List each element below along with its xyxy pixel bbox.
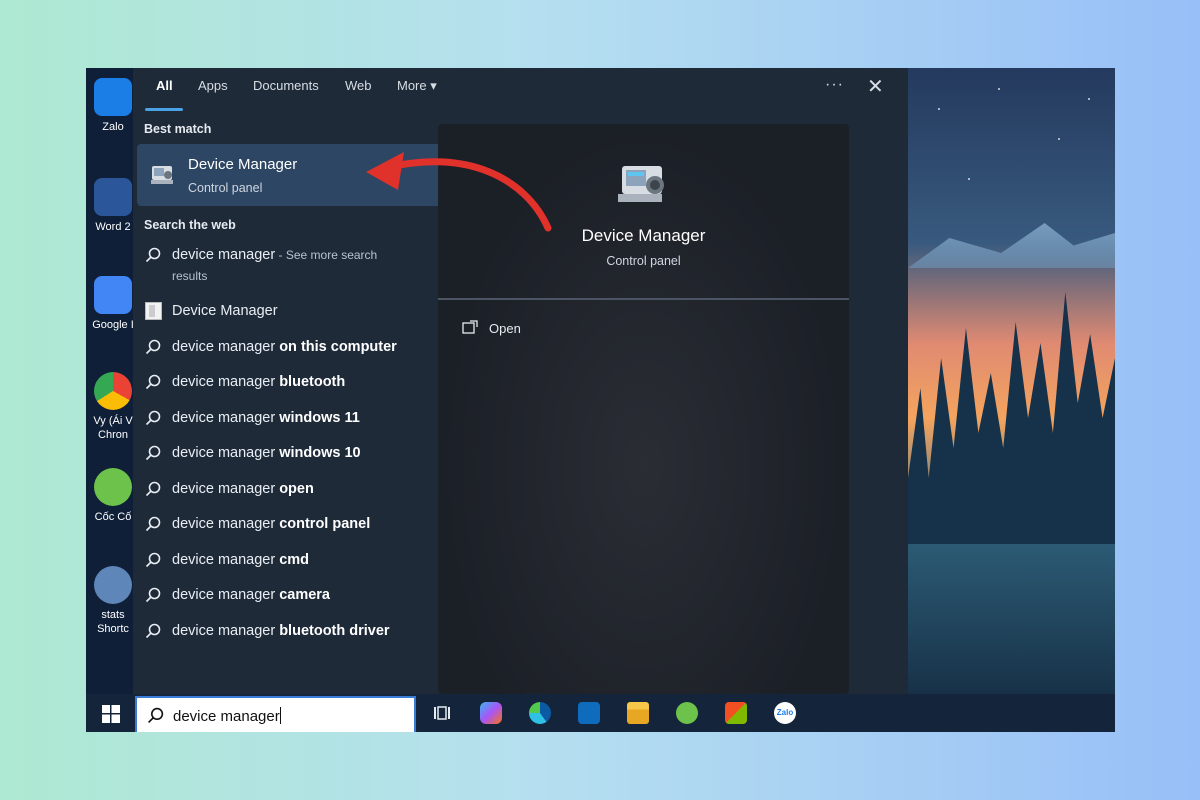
web-result-base: device manager xyxy=(172,409,276,426)
coc-coc-icon xyxy=(94,468,132,506)
web-result-suggestion: on this computer xyxy=(279,338,397,355)
search-icon xyxy=(145,374,161,390)
microsoft-store-icon[interactable] xyxy=(725,702,747,724)
best-match-title: Device Manager xyxy=(188,156,298,173)
web-result-suggestion: open xyxy=(279,480,314,497)
web-result-suggestion: windows 10 xyxy=(279,445,361,461)
web-result-item[interactable]: device manager open› xyxy=(133,472,473,508)
web-result-item[interactable]: device manager windows 10› xyxy=(133,436,473,472)
chrome-icon xyxy=(94,372,132,410)
search-icon xyxy=(145,516,161,532)
see-more-suffix: - See more search xyxy=(275,248,378,262)
web-result-base: device manager xyxy=(172,516,276,532)
web-result-suggestion: bluetooth driver xyxy=(279,622,390,639)
best-match-result[interactable]: Device Manager Control panel xyxy=(137,144,473,206)
search-icon xyxy=(145,339,161,354)
web-result-base: device manager xyxy=(172,374,276,390)
desktop-word-shortcut[interactable]: Word 2 xyxy=(92,178,134,234)
open-action[interactable]: Open xyxy=(489,321,521,336)
google-docs-icon xyxy=(94,276,132,314)
search-icon xyxy=(145,481,161,496)
device-manager-large-icon xyxy=(618,166,664,202)
tab-all[interactable]: All xyxy=(156,78,173,93)
active-tab-indicator xyxy=(145,108,183,111)
web-result-item[interactable]: device manager on this computer› xyxy=(133,330,473,366)
web-result-suggestion: cmd xyxy=(279,551,310,568)
open-icon xyxy=(462,320,478,334)
search-filter-tabs: All Apps Documents Web More ▾ ··· ✕ xyxy=(133,68,908,112)
result-preview-pane: Device Manager Control panel Open xyxy=(438,124,849,694)
tab-web[interactable]: Web xyxy=(345,78,372,93)
web-result-item[interactable]: device manager bluetooth› xyxy=(133,365,473,401)
search-icon xyxy=(145,445,161,461)
desktop-zalo-shortcut[interactable]: Zalo xyxy=(92,78,134,134)
web-result-base: device manager xyxy=(172,587,276,603)
best-match-heading: Best match xyxy=(144,122,212,136)
app-result-label: Device Manager xyxy=(172,303,278,319)
preview-title: Device Manager xyxy=(581,226,706,245)
close-button[interactable]: ✕ xyxy=(867,74,884,99)
web-result-item[interactable]: device manager bluetooth driver› xyxy=(133,614,473,650)
see-more-line2: results xyxy=(172,269,208,283)
web-result-query: device manager xyxy=(172,247,276,263)
search-icon xyxy=(145,247,161,263)
web-result-item[interactable]: device manager windows 11› xyxy=(133,401,473,437)
outlook-icon[interactable] xyxy=(578,702,600,724)
chevron-down-icon: ▾ xyxy=(430,78,437,93)
search-icon xyxy=(148,707,164,723)
best-match-subtitle: Control panel xyxy=(188,181,263,195)
app-page-icon xyxy=(145,302,162,320)
desktop-stats-shortcut[interactable]: stats Shortc xyxy=(92,566,134,636)
tab-more[interactable]: More ▾ xyxy=(397,78,437,94)
taskbar-search-box[interactable]: device manager xyxy=(135,696,416,732)
web-result-item[interactable]: device manager cmd› xyxy=(133,543,473,579)
web-result-see-more[interactable]: device manager - See more search results… xyxy=(133,238,473,294)
preview-subtitle: Control panel xyxy=(606,254,681,268)
desktop-screen: Zalo Word 2 Google I Vy (Ái V Chron Cốc … xyxy=(86,68,1115,732)
search-icon xyxy=(145,410,161,425)
desktop-coc-coc-shortcut[interactable]: Cốc Cố xyxy=(92,468,134,524)
wallpaper xyxy=(908,68,1115,694)
web-result-suggestion: windows 11 xyxy=(279,409,360,426)
web-result-suggestion: camera xyxy=(279,587,330,603)
web-result-suggestion: bluetooth xyxy=(279,374,346,390)
edge-icon[interactable] xyxy=(529,702,551,724)
search-icon xyxy=(145,623,161,638)
text-caret xyxy=(279,707,281,724)
desktop-chrome-shortcut[interactable]: Vy (Ái V Chron xyxy=(92,372,134,442)
search-input-value: device manager xyxy=(173,708,280,725)
tab-documents[interactable]: Documents xyxy=(253,78,319,93)
search-icon xyxy=(145,587,161,603)
web-results-list: device manager - See more search results… xyxy=(133,238,473,649)
zalo-taskbar-icon[interactable]: Zalo xyxy=(774,702,796,724)
web-result-suggestion: control panel xyxy=(279,516,371,532)
copilot-icon[interactable] xyxy=(480,702,502,724)
app-result-device-manager[interactable]: Device Manager › xyxy=(133,294,473,330)
web-result-base: device manager xyxy=(172,480,276,497)
search-the-web-heading: Search the web xyxy=(144,218,236,232)
tab-more-label: More xyxy=(397,78,427,93)
taskbar: device manager Zalo xyxy=(86,694,1115,732)
file-explorer-icon[interactable] xyxy=(627,702,649,724)
web-result-base: device manager xyxy=(172,551,276,568)
zalo-icon xyxy=(94,78,132,116)
desktop-google-docs-shortcut[interactable]: Google I xyxy=(92,276,134,332)
tab-apps[interactable]: Apps xyxy=(198,78,228,93)
web-result-base: device manager xyxy=(172,338,276,355)
desktop-icons: Zalo Word 2 Google I Vy (Ái V Chron Cốc … xyxy=(86,68,134,694)
web-result-item[interactable]: device manager camera› xyxy=(133,578,473,614)
windows-start-icon[interactable] xyxy=(102,705,120,723)
web-result-base: device manager xyxy=(172,622,276,639)
web-result-base: device manager xyxy=(172,445,276,461)
web-result-item[interactable]: device manager control panel› xyxy=(133,507,473,543)
stats-shortcut-icon xyxy=(94,566,132,604)
coc-coc-browser-icon[interactable] xyxy=(676,702,698,724)
word-icon xyxy=(94,178,132,216)
more-options-button[interactable]: ··· xyxy=(825,76,844,94)
preview-divider xyxy=(438,298,849,300)
task-view-icon[interactable] xyxy=(431,702,453,724)
search-icon xyxy=(145,552,161,567)
device-manager-icon xyxy=(151,166,173,184)
